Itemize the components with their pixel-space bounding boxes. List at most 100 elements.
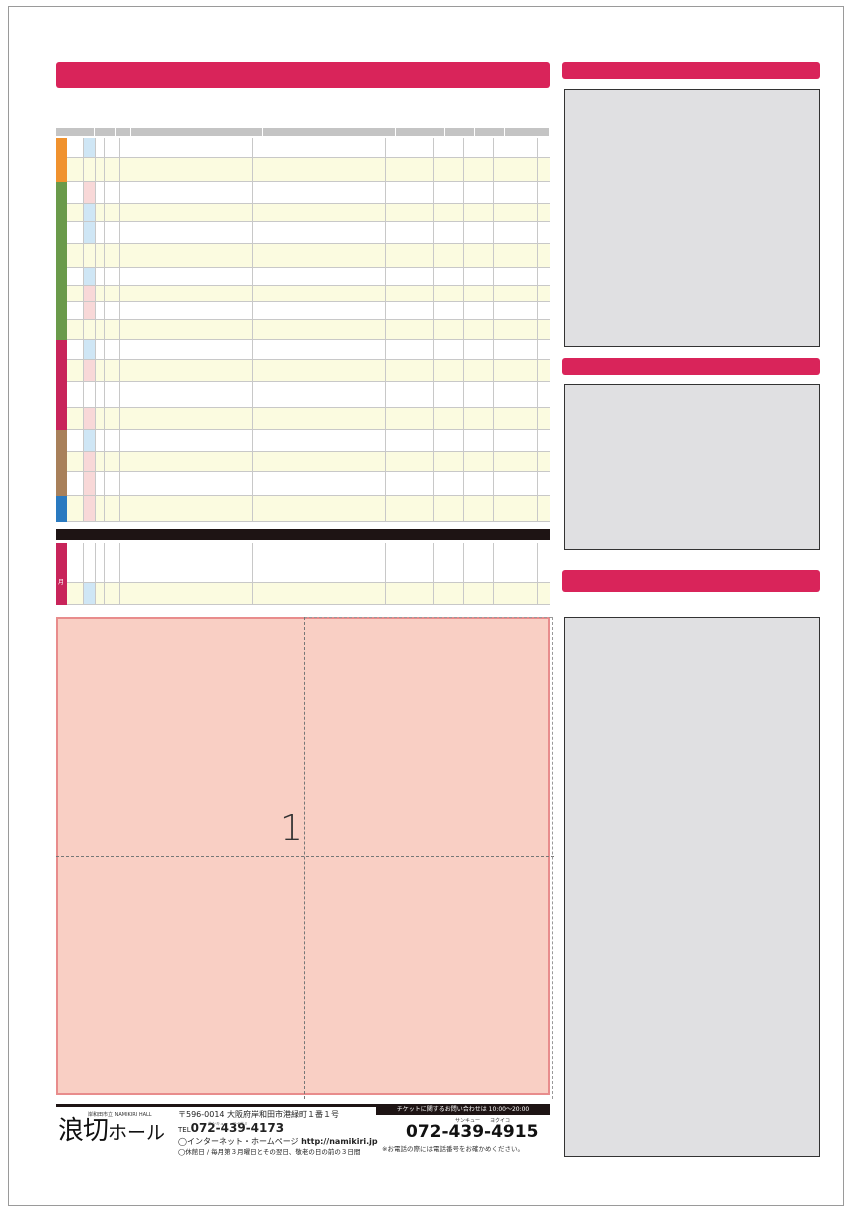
table-cell xyxy=(434,430,464,451)
web-label: ◯インターネット・ホームページ xyxy=(178,1137,299,1146)
table-cell xyxy=(494,268,538,285)
ticket-info-bar: チケットに関するお問い合わせは 10:00〜20:00 xyxy=(376,1104,550,1115)
table-cell xyxy=(96,286,105,301)
table-row xyxy=(56,320,550,340)
table-cell xyxy=(253,286,386,301)
table-cell xyxy=(120,138,253,157)
table-cell xyxy=(494,382,538,407)
table-cell xyxy=(67,158,84,181)
footer-address-block: 〒596-0014 大阪府岸和田市港緑町１番１号 TEL072-439-4173… xyxy=(178,1109,378,1158)
table-cell xyxy=(386,408,434,429)
table-cell xyxy=(120,472,253,495)
table-cell xyxy=(96,430,105,451)
side-box-1 xyxy=(564,89,820,347)
table-cell xyxy=(105,320,120,339)
table-cell xyxy=(494,158,538,181)
table-row xyxy=(56,452,550,472)
table-cell xyxy=(464,408,494,429)
table-cell xyxy=(67,244,84,267)
ticket-note: ※お電話の際には電話番号をお確かめください。 xyxy=(382,1145,524,1153)
table-cell xyxy=(386,496,434,521)
side-title-bar-1 xyxy=(562,62,820,79)
month-label: 月 xyxy=(58,579,65,586)
table-row xyxy=(56,408,550,430)
table-cell xyxy=(67,496,84,521)
table-cell xyxy=(464,382,494,407)
category-strip-green xyxy=(56,182,67,340)
table-cell xyxy=(434,320,464,339)
table-cell xyxy=(96,222,105,243)
table-cell xyxy=(67,583,84,604)
table-cell xyxy=(434,222,464,243)
table-cell xyxy=(105,204,120,221)
table-cell xyxy=(84,382,96,407)
table-cell xyxy=(84,286,96,301)
table-cell xyxy=(434,360,464,381)
table-cell xyxy=(105,244,120,267)
table-cell xyxy=(96,360,105,381)
table-cell xyxy=(464,182,494,203)
table-cell xyxy=(96,340,105,359)
promo-guide-vertical xyxy=(304,617,305,1099)
table-cell xyxy=(434,543,464,582)
table-cell xyxy=(84,182,96,203)
table-cell xyxy=(253,382,386,407)
web-url[interactable]: http://namikiri.jp xyxy=(301,1137,378,1146)
table-cell xyxy=(494,360,538,381)
table-cell xyxy=(120,320,253,339)
table-cell xyxy=(434,158,464,181)
table-cell xyxy=(96,583,105,604)
table-cell xyxy=(105,583,120,604)
table-cell xyxy=(253,302,386,319)
table-cell xyxy=(386,543,434,582)
table-cell xyxy=(434,496,464,521)
table-cell xyxy=(105,158,120,181)
table-cell xyxy=(494,452,538,471)
table-cell xyxy=(84,496,96,521)
table-row xyxy=(56,268,550,286)
table-row xyxy=(56,340,550,360)
table-cell xyxy=(105,286,120,301)
table-cell xyxy=(386,472,434,495)
table-row xyxy=(56,302,550,320)
address-text: 〒596-0014 大阪府岸和田市港緑町１番１号 xyxy=(178,1110,340,1119)
table-cell xyxy=(434,286,464,301)
table-cell xyxy=(386,244,434,267)
table-cell xyxy=(253,244,386,267)
table-cell xyxy=(434,244,464,267)
table-cell xyxy=(494,222,538,243)
table-cell xyxy=(253,204,386,221)
table-cell xyxy=(253,452,386,471)
ticket-tel: 072-439-4915 xyxy=(406,1122,539,1142)
table-cell xyxy=(84,302,96,319)
table-cell xyxy=(253,268,386,285)
table-cell xyxy=(84,138,96,157)
table-cell xyxy=(67,452,84,471)
table-cell xyxy=(253,583,386,604)
table-cell xyxy=(464,222,494,243)
category-strip-orange xyxy=(56,138,67,182)
table-cell xyxy=(120,408,253,429)
table-cell xyxy=(494,430,538,451)
table-cell xyxy=(494,286,538,301)
tel-ruby: サンキュー ヨイナミ xyxy=(208,1121,248,1126)
table-cell xyxy=(494,204,538,221)
table-cell xyxy=(84,244,96,267)
table-cell xyxy=(105,452,120,471)
table-cell xyxy=(105,302,120,319)
table-cell xyxy=(84,452,96,471)
table-cell xyxy=(494,408,538,429)
table-cell xyxy=(96,543,105,582)
table-cell xyxy=(464,158,494,181)
table-cell xyxy=(494,244,538,267)
table-cell xyxy=(494,340,538,359)
table-cell xyxy=(494,496,538,521)
table-cell xyxy=(386,382,434,407)
table-cell xyxy=(464,320,494,339)
table-cell xyxy=(464,138,494,157)
table-cell xyxy=(464,302,494,319)
table-cell xyxy=(253,430,386,451)
table-cell xyxy=(105,138,120,157)
table-cell xyxy=(84,543,96,582)
table-cell xyxy=(84,204,96,221)
